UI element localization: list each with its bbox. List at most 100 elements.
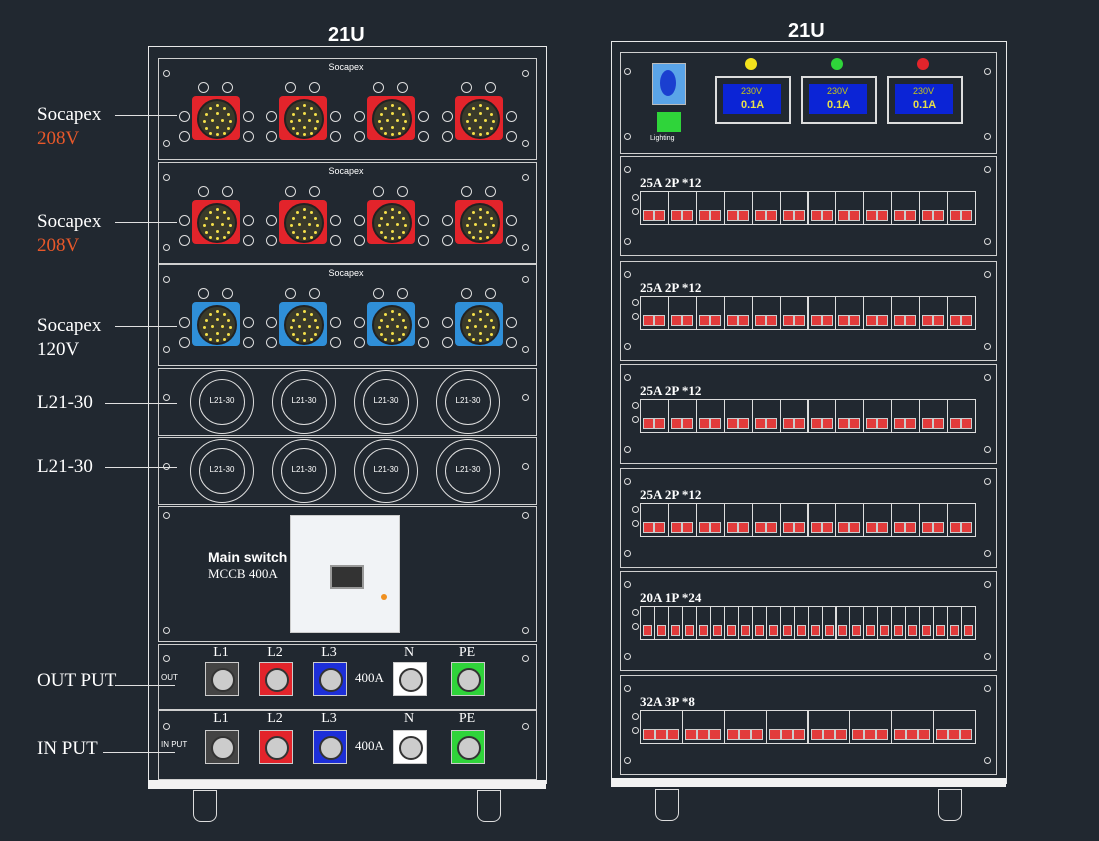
circuit-breaker[interactable] [751, 399, 781, 433]
circuit-breaker[interactable] [933, 606, 949, 640]
l2130-receptacle[interactable]: L21-30 [190, 370, 254, 434]
circuit-breaker[interactable] [779, 296, 809, 330]
circuit-breaker[interactable] [723, 191, 753, 225]
circuit-breaker[interactable] [891, 399, 921, 433]
circuit-breaker[interactable] [765, 606, 781, 640]
circuit-breaker[interactable] [835, 191, 865, 225]
socapex-connector[interactable] [455, 200, 503, 244]
bus-terminal[interactable] [205, 730, 239, 764]
socapex-connector[interactable] [192, 96, 240, 140]
circuit-breaker[interactable] [919, 503, 949, 537]
socapex-connector[interactable] [279, 96, 327, 140]
circuit-breaker[interactable] [849, 606, 865, 640]
circuit-breaker[interactable] [723, 399, 753, 433]
circuit-breaker[interactable] [751, 296, 781, 330]
circuit-breaker[interactable] [779, 191, 809, 225]
bus-terminal[interactable] [205, 662, 239, 696]
bus-terminal[interactable] [393, 662, 427, 696]
circuit-breaker[interactable] [849, 710, 893, 744]
circuit-breaker[interactable] [640, 296, 669, 330]
socapex-connector[interactable] [455, 302, 503, 346]
socapex-connector[interactable] [455, 96, 503, 140]
circuit-breaker[interactable] [919, 296, 949, 330]
circuit-breaker[interactable] [779, 503, 809, 537]
circuit-breaker[interactable] [947, 191, 976, 225]
bus-terminal[interactable] [259, 730, 293, 764]
circuit-breaker[interactable] [905, 606, 921, 640]
circuit-breaker[interactable] [807, 296, 837, 330]
bus-terminal[interactable] [313, 662, 347, 696]
circuit-breaker[interactable] [919, 399, 949, 433]
circuit-breaker[interactable] [891, 503, 921, 537]
circuit-breaker[interactable] [695, 296, 725, 330]
circuit-breaker[interactable] [863, 296, 893, 330]
circuit-breaker[interactable] [961, 606, 976, 640]
l2130-receptacle[interactable]: L21-30 [272, 370, 336, 434]
circuit-breaker[interactable] [863, 503, 893, 537]
circuit-breaker[interactable] [891, 710, 935, 744]
circuit-breaker[interactable] [891, 191, 921, 225]
circuit-breaker[interactable] [723, 296, 753, 330]
l2130-receptacle[interactable]: L21-30 [436, 439, 500, 503]
circuit-breaker[interactable] [821, 606, 837, 640]
circuit-breaker[interactable] [640, 191, 669, 225]
circuit-breaker[interactable] [919, 606, 935, 640]
circuit-breaker[interactable] [765, 710, 809, 744]
circuit-breaker[interactable] [695, 606, 711, 640]
circuit-breaker[interactable] [835, 503, 865, 537]
l2130-receptacle[interactable]: L21-30 [272, 439, 336, 503]
circuit-breaker[interactable] [695, 503, 725, 537]
circuit-breaker[interactable] [751, 191, 781, 225]
circuit-breaker[interactable] [863, 399, 893, 433]
circuit-breaker[interactable] [919, 191, 949, 225]
l2130-receptacle[interactable]: L21-30 [354, 370, 418, 434]
circuit-breaker[interactable] [807, 191, 837, 225]
socapex-connector[interactable] [192, 302, 240, 346]
circuit-breaker[interactable] [695, 191, 725, 225]
circuit-breaker[interactable] [947, 399, 976, 433]
circuit-breaker[interactable] [654, 606, 669, 640]
circuit-breaker[interactable] [640, 710, 683, 744]
l2130-receptacle[interactable]: L21-30 [436, 370, 500, 434]
circuit-breaker[interactable] [947, 606, 963, 640]
circuit-breaker[interactable] [807, 399, 837, 433]
circuit-breaker[interactable] [891, 606, 907, 640]
circuit-breaker[interactable] [667, 296, 697, 330]
circuit-breaker[interactable] [667, 399, 697, 433]
circuit-breaker[interactable] [751, 606, 767, 640]
circuit-breaker[interactable] [695, 399, 725, 433]
circuit-breaker[interactable] [863, 606, 879, 640]
circuit-breaker[interactable] [835, 606, 851, 640]
circuit-breaker[interactable] [807, 606, 823, 640]
circuit-breaker[interactable] [681, 710, 725, 744]
circuit-breaker[interactable] [835, 399, 865, 433]
circuit-breaker[interactable] [807, 503, 837, 537]
circuit-breaker[interactable] [709, 606, 725, 640]
socapex-connector[interactable] [367, 302, 415, 346]
circuit-breaker[interactable] [667, 191, 697, 225]
circuit-breaker[interactable] [891, 296, 921, 330]
circuit-breaker[interactable] [779, 399, 809, 433]
socapex-connector[interactable] [192, 200, 240, 244]
circuit-breaker[interactable] [863, 191, 893, 225]
circuit-breaker[interactable] [723, 710, 767, 744]
circuit-breaker[interactable] [737, 606, 753, 640]
circuit-breaker[interactable] [667, 503, 697, 537]
socapex-connector[interactable] [279, 302, 327, 346]
circuit-breaker[interactable] [723, 503, 753, 537]
circuit-breaker[interactable] [723, 606, 739, 640]
circuit-breaker[interactable] [640, 503, 669, 537]
circuit-breaker[interactable] [779, 606, 795, 640]
l2130-receptacle[interactable]: L21-30 [190, 439, 254, 503]
mccb-handle[interactable] [330, 565, 364, 589]
socapex-connector[interactable] [279, 200, 327, 244]
socapex-connector[interactable] [367, 96, 415, 140]
l2130-receptacle[interactable]: L21-30 [354, 439, 418, 503]
bus-terminal[interactable] [393, 730, 427, 764]
circuit-breaker[interactable] [947, 296, 976, 330]
circuit-breaker[interactable] [807, 710, 851, 744]
circuit-breaker[interactable] [640, 606, 655, 640]
circuit-breaker[interactable] [640, 399, 669, 433]
circuit-breaker[interactable] [793, 606, 809, 640]
bus-terminal[interactable] [259, 662, 293, 696]
